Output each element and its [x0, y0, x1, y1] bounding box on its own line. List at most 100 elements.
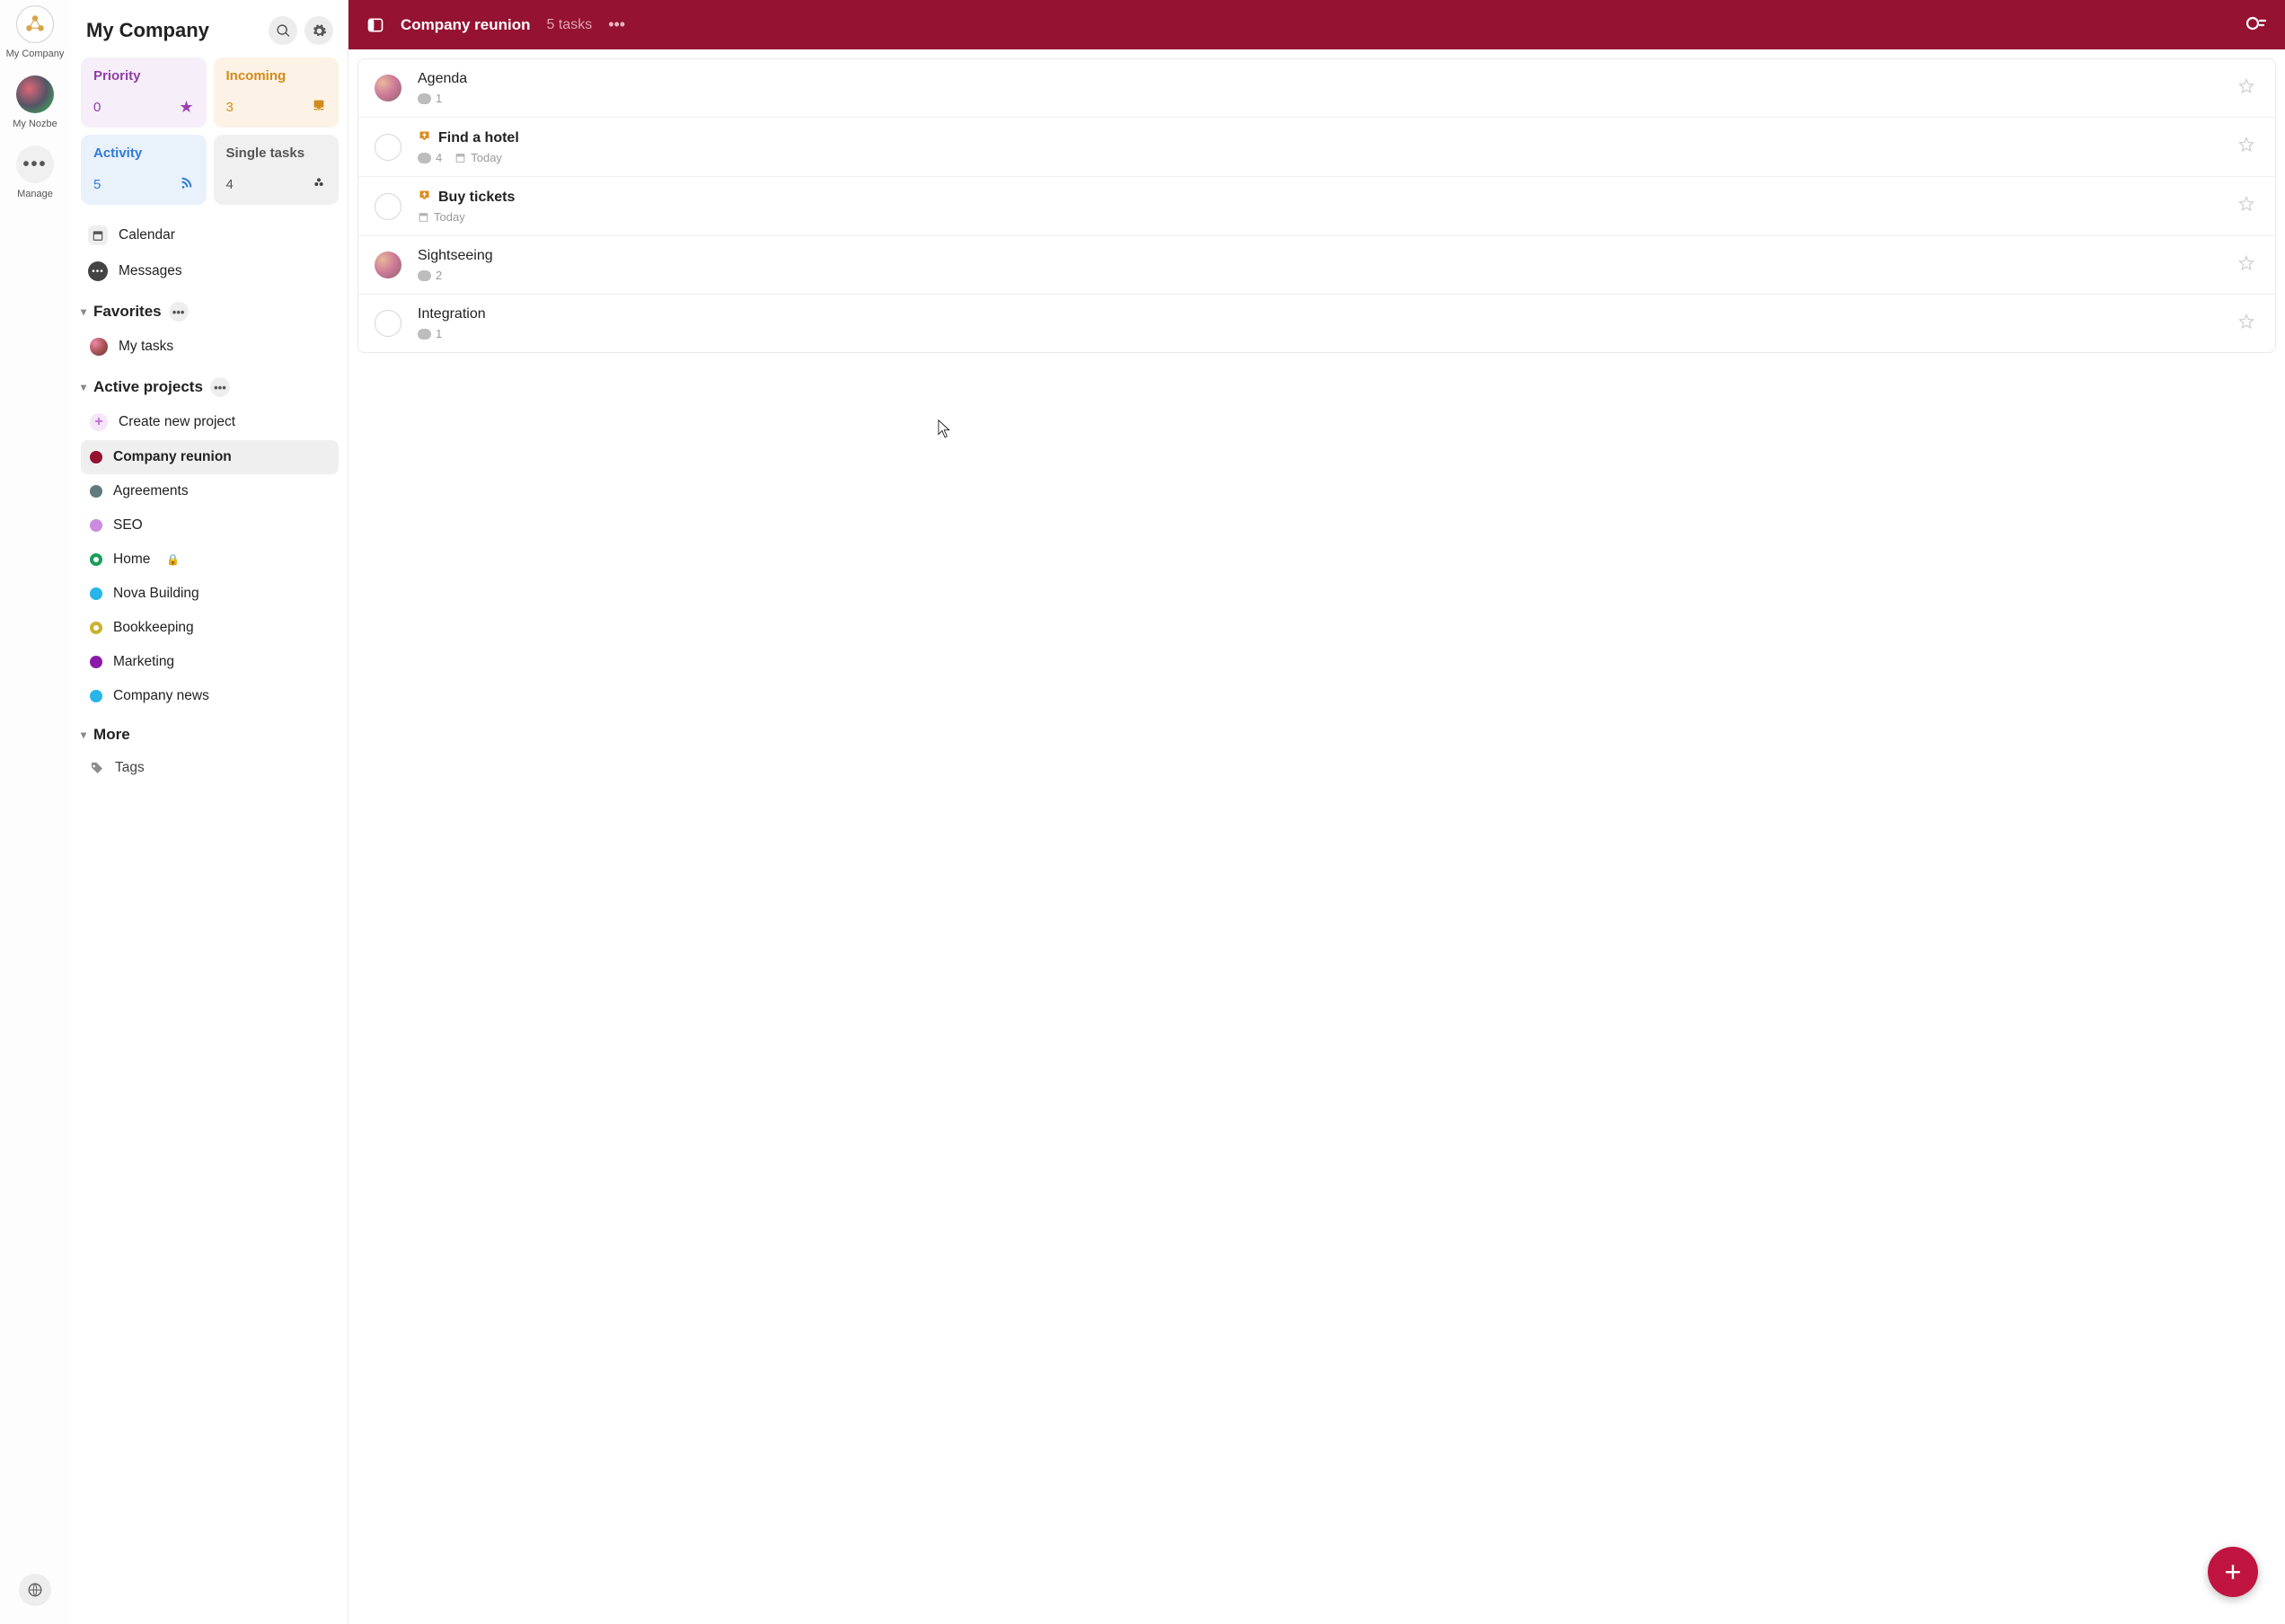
- search-button[interactable]: [269, 16, 297, 45]
- task-row[interactable]: Agenda1: [358, 59, 2275, 118]
- project-color-dot-icon: [90, 485, 102, 498]
- incoming-icon: [418, 189, 431, 206]
- task-list: Agenda1Find a hotel4TodayBuy ticketsToda…: [357, 58, 2276, 353]
- card-incoming[interactable]: Incoming 3: [214, 57, 340, 128]
- filter-button[interactable]: [2245, 14, 2267, 36]
- task-meta: 1: [418, 327, 2234, 340]
- task-row[interactable]: Find a hotel4Today: [358, 118, 2275, 177]
- star-outline-icon: [2237, 136, 2255, 154]
- card-priority[interactable]: Priority 0 ★: [81, 57, 207, 128]
- task-body: Find a hotel4Today: [418, 129, 2234, 164]
- section-more-label: More: [93, 726, 130, 744]
- nav-tags[interactable]: Tags: [81, 751, 339, 785]
- comment-icon: [418, 93, 431, 104]
- rss-icon: [180, 175, 194, 194]
- active-projects-more-button[interactable]: •••: [210, 377, 230, 397]
- star-outline-icon: [2237, 313, 2255, 331]
- project-item[interactable]: SEO: [81, 508, 339, 543]
- star-button[interactable]: [2234, 191, 2259, 221]
- project-item[interactable]: Company reunion: [81, 440, 339, 474]
- sidebar-title: My Company: [86, 19, 209, 42]
- globe-icon: [27, 1582, 43, 1598]
- panel-icon: [366, 16, 384, 34]
- calendar-icon: [454, 152, 466, 163]
- create-project-button[interactable]: + Create new project: [81, 404, 339, 440]
- comment-count: 2: [418, 269, 442, 282]
- add-task-fab[interactable]: +: [2208, 1547, 2258, 1597]
- project-more-button[interactable]: •••: [608, 15, 625, 34]
- task-row[interactable]: Integration 1: [358, 295, 2275, 352]
- tag-icon: [90, 761, 104, 775]
- card-single-count: 4: [226, 177, 234, 192]
- project-item[interactable]: Marketing: [81, 645, 339, 679]
- task-title: Buy tickets: [438, 190, 515, 206]
- task-row[interactable]: Sightseeing 2: [358, 236, 2275, 295]
- card-priority-count: 0: [93, 100, 101, 115]
- card-activity[interactable]: Activity 5: [81, 135, 207, 205]
- project-item[interactable]: Nova Building: [81, 577, 339, 611]
- task-meta: Today: [418, 210, 2234, 224]
- task-title: Integration: [418, 306, 486, 322]
- comment-count: 4: [418, 151, 442, 164]
- task-body: Sightseeing 2: [418, 248, 2234, 282]
- star-button[interactable]: [2234, 251, 2259, 280]
- comment-icon: [418, 153, 431, 163]
- star-button[interactable]: [2234, 309, 2259, 339]
- project-item[interactable]: Company news: [81, 679, 339, 713]
- messages-icon: •••: [88, 261, 108, 281]
- star-outline-icon: [2237, 195, 2255, 213]
- incoming-icon: [418, 129, 431, 146]
- assignee-avatar-icon[interactable]: [375, 75, 401, 102]
- project-color-dot-icon: [90, 622, 102, 634]
- comment-icon: [418, 270, 431, 281]
- favorites-more-button[interactable]: •••: [169, 302, 189, 322]
- project-item-label: Nova Building: [113, 586, 199, 602]
- cursor-icon: [938, 419, 952, 444]
- complete-checkbox[interactable]: [375, 193, 401, 220]
- complete-checkbox[interactable]: [375, 310, 401, 337]
- plus-icon: +: [2225, 1556, 2242, 1589]
- star-outline-icon: [2237, 254, 2255, 272]
- project-item[interactable]: Agreements: [81, 474, 339, 508]
- settings-button[interactable]: [304, 16, 333, 45]
- section-more-header[interactable]: ▾ More: [81, 713, 339, 751]
- task-title: Sightseeing: [418, 248, 493, 264]
- caret-down-icon: ▾: [81, 305, 86, 318]
- assignee-avatar-icon[interactable]: [375, 252, 401, 278]
- workspace-rail: My Company My Nozbe ••• Manage: [0, 0, 70, 1624]
- section-favorites-header[interactable]: ▾ Favorites •••: [81, 289, 339, 329]
- complete-checkbox[interactable]: [375, 134, 401, 161]
- rail-workspace-mynozbe[interactable]: My Nozbe: [13, 75, 57, 129]
- project-item-label: Agreements: [113, 483, 189, 499]
- inbox-icon: [312, 98, 326, 117]
- sidebar: My Company Priority 0 ★ Incoming: [70, 0, 348, 1624]
- favorite-item-mytasks[interactable]: My tasks: [81, 329, 339, 365]
- comment-count: 1: [418, 327, 442, 340]
- task-meta: 4 Today: [418, 151, 2234, 164]
- nav-messages[interactable]: ••• Messages: [81, 253, 339, 289]
- task-row[interactable]: Buy tickets Today: [358, 177, 2275, 236]
- project-item-label: Marketing: [113, 654, 174, 670]
- star-button[interactable]: [2234, 74, 2259, 103]
- card-single-tasks[interactable]: Single tasks 4: [214, 135, 340, 205]
- nav-messages-label: Messages: [119, 263, 182, 279]
- due-date: Today: [454, 151, 502, 164]
- nav-calendar[interactable]: Calendar: [81, 217, 339, 253]
- project-item-label: Company reunion: [113, 449, 232, 465]
- section-favorites-label: Favorites: [93, 303, 162, 321]
- project-item[interactable]: Home🔒: [81, 543, 339, 577]
- due-date: Today: [418, 210, 465, 224]
- project-title: Company reunion: [401, 16, 531, 34]
- section-active-projects-header[interactable]: ▾ Active projects •••: [81, 365, 339, 404]
- caret-down-icon: ▾: [81, 728, 86, 741]
- project-item[interactable]: Bookkeeping: [81, 611, 339, 645]
- project-header: Company reunion 5 tasks •••: [348, 0, 2285, 49]
- rail-workspace-company[interactable]: My Company: [6, 5, 65, 59]
- task-meta: 1: [418, 92, 2234, 105]
- rail-globe-button[interactable]: [19, 1574, 51, 1606]
- rail-manage[interactable]: ••• Manage: [16, 146, 54, 199]
- card-activity-count: 5: [93, 177, 101, 192]
- lock-icon: 🔒: [166, 553, 180, 566]
- star-button[interactable]: [2234, 132, 2259, 162]
- toggle-sidebar-button[interactable]: [366, 16, 384, 34]
